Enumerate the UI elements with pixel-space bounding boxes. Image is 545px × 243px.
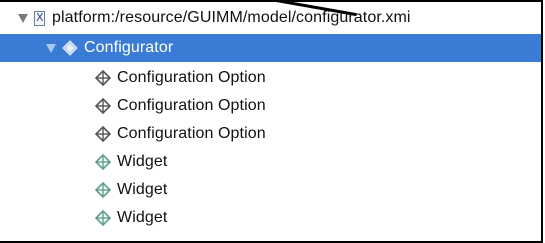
widget-icon	[95, 210, 111, 226]
tree-item-configuration-option[interactable]: Configuration Option	[0, 92, 541, 120]
tree-item-label: Configuration Option	[117, 69, 266, 86]
expand-triangle-icon[interactable]	[18, 13, 28, 23]
tree-item-configurator[interactable]: Configurator	[0, 34, 541, 62]
tree-item-configuration-option[interactable]: Configuration Option	[0, 64, 541, 92]
xmi-file-icon	[34, 10, 45, 26]
widget-icon	[95, 154, 111, 170]
expand-triangle-icon[interactable]	[46, 43, 56, 53]
configuration-option-icon	[95, 70, 111, 86]
tree-item-widget[interactable]: Widget	[0, 176, 541, 204]
tree-item-widget[interactable]: Widget	[0, 204, 541, 232]
tree-item-label: Configuration Option	[117, 125, 266, 142]
tree-item-label: Widget	[117, 153, 168, 170]
tree-item-label: Widget	[117, 209, 168, 226]
tree-item-configuration-option[interactable]: Configuration Option	[0, 120, 541, 148]
tree-root-row[interactable]: platform:/resource/GUIMM/model/configura…	[0, 4, 541, 32]
tree-item-label: Widget	[117, 181, 168, 198]
tree-item-label: Configurator	[84, 39, 174, 56]
widget-icon	[95, 182, 111, 198]
tree-root-label: platform:/resource/GUIMM/model/configura…	[52, 9, 411, 26]
tree-item-widget[interactable]: Widget	[0, 148, 541, 176]
configuration-option-icon	[95, 126, 111, 142]
configuration-option-icon	[95, 98, 111, 114]
tree-item-label: Configuration Option	[117, 97, 266, 114]
model-element-icon	[62, 40, 78, 56]
